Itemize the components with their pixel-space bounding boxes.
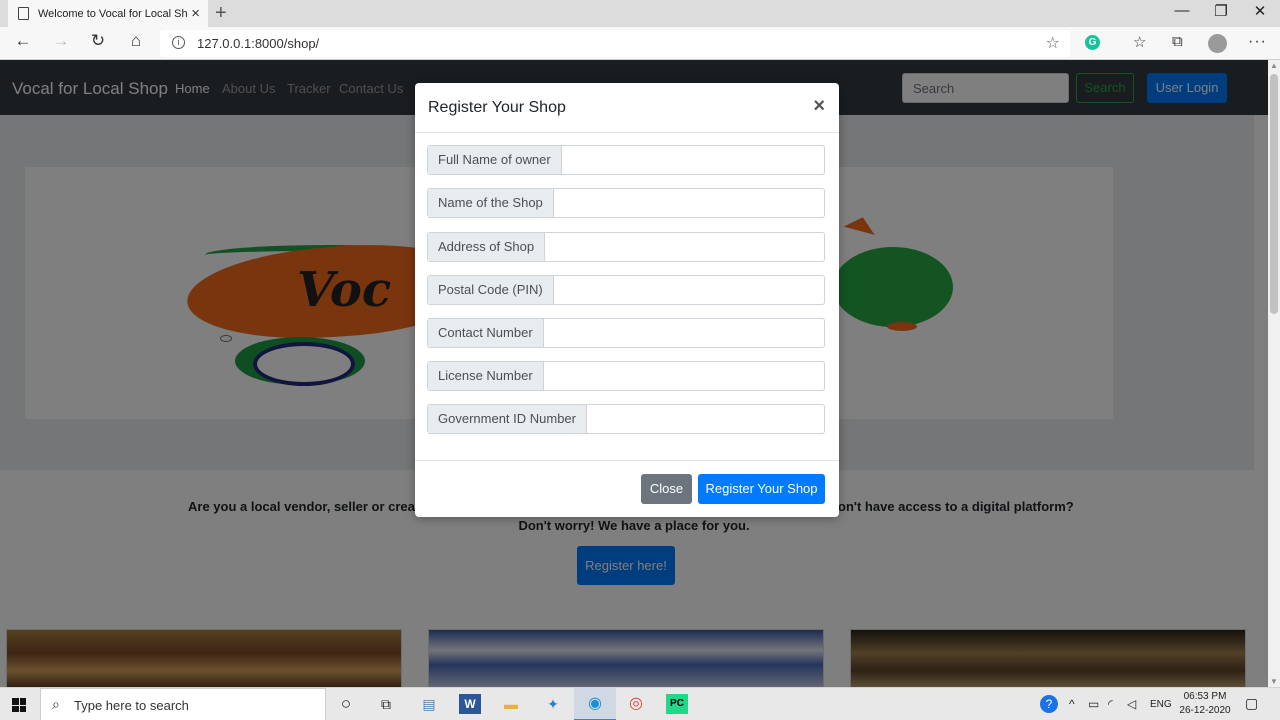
- help-icon[interactable]: ?: [1040, 695, 1058, 713]
- government-id-input[interactable]: [587, 405, 824, 433]
- taskbar-clock[interactable]: 06:53 PM 26-12-2020: [1178, 690, 1232, 718]
- clock-date: 26-12-2020: [1179, 705, 1231, 716]
- license-number-input[interactable]: [543, 362, 824, 390]
- url-text[interactable]: 127.0.0.1:8000/shop/: [197, 36, 319, 51]
- pycharm-app-icon[interactable]: PC: [666, 694, 688, 714]
- cortana-icon[interactable]: ○: [335, 694, 357, 714]
- close-button[interactable]: Close: [641, 474, 692, 504]
- windows-start-icon[interactable]: [12, 698, 26, 712]
- contact-number-input[interactable]: [543, 319, 824, 347]
- battery-icon[interactable]: ▭: [1088, 697, 1099, 711]
- modal-footer: Close Register Your Shop: [415, 460, 839, 517]
- notifications-icon[interactable]: ▢: [1245, 695, 1258, 712]
- owner-name-group: Full Name of owner: [427, 145, 825, 175]
- web-page: Vocal for Local Shop Home About Us Track…: [0, 60, 1268, 687]
- language-indicator[interactable]: ENG: [1150, 699, 1172, 710]
- shop-address-label: Address of Shop: [428, 233, 546, 261]
- page-scrollbar[interactable]: ▲ ▼: [1268, 60, 1280, 687]
- window-close-icon[interactable]: ✕: [1240, 2, 1280, 20]
- taskbar-search-box[interactable]: ⌕ Type here to search: [40, 688, 326, 720]
- shop-name-input[interactable]: [553, 189, 824, 217]
- shop-name-label: Name of the Shop: [428, 189, 554, 217]
- register-shop-modal: Register Your Shop × Full Name of owner …: [415, 83, 839, 517]
- minimize-icon[interactable]: —: [1162, 2, 1202, 19]
- browser-tab[interactable]: Welcome to Vocal for Local Shop ×: [8, 0, 208, 27]
- scroll-down-icon[interactable]: ▼: [1270, 677, 1278, 686]
- windows-taskbar: ⌕ Type here to search ○ ⧉ ▤ W ▬ ✦ ◉ ◎ PC…: [0, 687, 1280, 720]
- contact-number-label: Contact Number: [428, 319, 544, 347]
- postal-code-label: Postal Code (PIN): [428, 276, 554, 304]
- favorites-icon[interactable]: ☆: [1133, 33, 1146, 51]
- scroll-up-icon[interactable]: ▲: [1270, 61, 1278, 70]
- vs-code-app-icon[interactable]: ✦: [542, 694, 564, 714]
- taskbar-search-placeholder: Type here to search: [74, 698, 189, 713]
- grammarly-extension-icon[interactable]: G: [1085, 35, 1100, 50]
- postal-code-group: Postal Code (PIN): [427, 275, 825, 305]
- more-menu-icon[interactable]: ···: [1248, 33, 1267, 51]
- collections-icon[interactable]: ⧉: [1172, 33, 1183, 50]
- task-view-icon[interactable]: ⧉: [375, 694, 397, 714]
- scrollbar-thumb[interactable]: [1270, 74, 1278, 314]
- modal-header: Register Your Shop ×: [415, 83, 839, 133]
- restore-icon[interactable]: ❐: [1201, 2, 1241, 20]
- owner-name-label: Full Name of owner: [428, 146, 562, 174]
- show-hidden-icons-icon[interactable]: ^: [1069, 697, 1075, 711]
- clock-time: 06:53 PM: [1183, 691, 1227, 702]
- favorite-star-icon[interactable]: ☆: [1046, 33, 1060, 53]
- tab-title: Welcome to Vocal for Local Shop: [38, 7, 188, 20]
- profile-avatar[interactable]: [1208, 34, 1227, 53]
- government-id-group: Government ID Number: [427, 404, 825, 434]
- refresh-icon[interactable]: ↻: [85, 31, 111, 51]
- license-number-label: License Number: [428, 362, 544, 390]
- shop-address-group: Address of Shop: [427, 232, 825, 262]
- shop-address-input[interactable]: [545, 233, 824, 261]
- new-tab-icon[interactable]: +: [215, 2, 227, 25]
- page-icon: [18, 7, 29, 20]
- forward-icon[interactable]: →: [48, 31, 74, 51]
- search-icon: ⌕: [52, 696, 60, 712]
- volume-icon[interactable]: ◁: [1127, 697, 1136, 711]
- edge-app-icon[interactable]: ◉: [584, 694, 606, 714]
- shop-name-group: Name of the Shop: [427, 188, 825, 218]
- owner-name-input[interactable]: [561, 146, 824, 174]
- browser-tab-bar: Welcome to Vocal for Local Shop × + — ❐ …: [0, 0, 1280, 27]
- government-id-label: Government ID Number: [428, 405, 587, 433]
- wifi-icon[interactable]: ◜: [1108, 697, 1113, 711]
- license-number-group: License Number: [427, 361, 825, 391]
- modal-close-icon[interactable]: ×: [813, 96, 825, 116]
- home-icon[interactable]: ⌂: [123, 31, 149, 51]
- contact-number-group: Contact Number: [427, 318, 825, 348]
- tab-close-icon[interactable]: ×: [191, 5, 200, 22]
- file-explorer-icon[interactable]: ▬: [500, 694, 522, 714]
- postal-code-input[interactable]: [553, 276, 824, 304]
- site-info-icon[interactable]: i: [172, 36, 185, 49]
- word-app-icon[interactable]: W: [459, 694, 481, 714]
- chrome-app-icon[interactable]: ◎: [625, 694, 647, 714]
- modal-title: Register Your Shop: [428, 99, 566, 116]
- back-icon[interactable]: ←: [10, 31, 36, 51]
- address-bar[interactable]: i 127.0.0.1:8000/shop/ ☆: [160, 30, 1070, 57]
- register-shop-button[interactable]: Register Your Shop: [698, 474, 825, 504]
- notepad-app-icon[interactable]: ▤: [418, 694, 440, 714]
